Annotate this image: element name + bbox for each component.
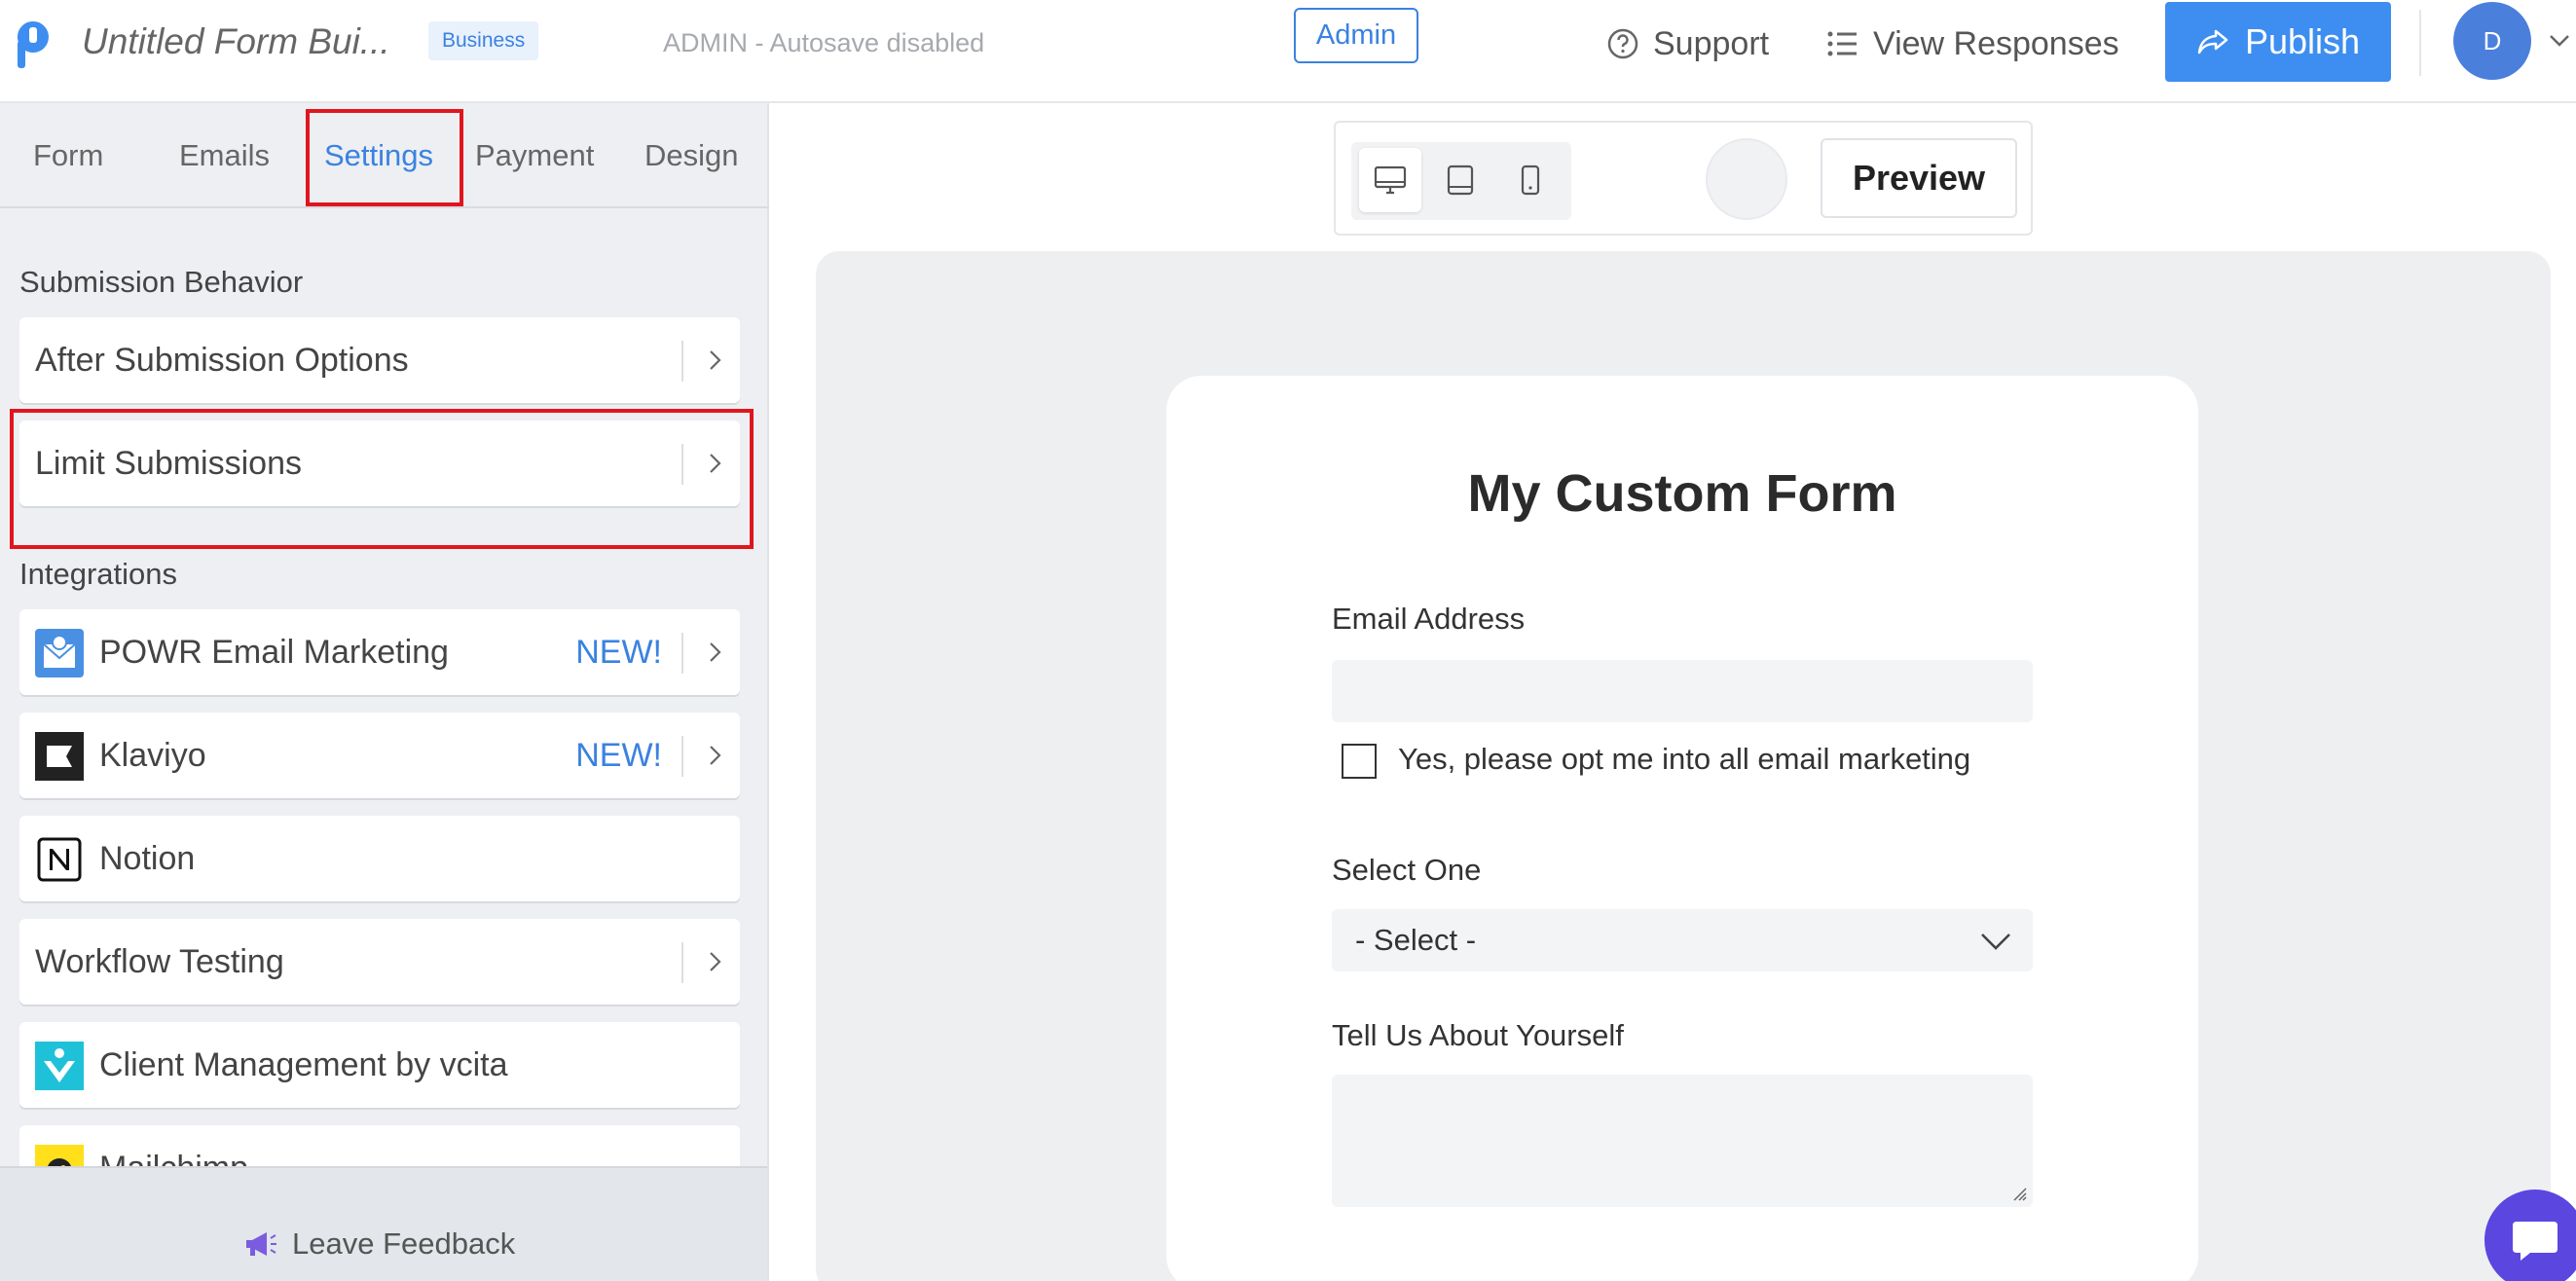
integration-notion[interactable]: Notion [19, 816, 740, 901]
tablet-icon [1447, 165, 1474, 196]
chevron-down-icon[interactable] [2545, 25, 2574, 55]
card-separator [681, 341, 683, 382]
powr-logo-icon[interactable] [14, 18, 53, 70]
chevron-right-icon [710, 642, 721, 662]
view-responses-link[interactable]: View Responses [1826, 19, 2119, 68]
after-submission-options-item[interactable]: After Submission Options [19, 317, 740, 403]
mobile-view-button[interactable] [1499, 148, 1562, 212]
integration-mailchimp[interactable]: Mailchimp [19, 1125, 740, 1166]
integration-vcita[interactable]: Client Management by vcita [19, 1022, 740, 1108]
top-header: Untitled Form Bui... Business ADMIN - Au… [0, 0, 2576, 103]
notion-icon [37, 837, 82, 882]
publish-button[interactable]: Publish [2165, 2, 2391, 82]
mailchimp-icon [35, 1145, 84, 1166]
preview-toolbar: Preview [1334, 121, 2033, 236]
email-field-label: Email Address [1332, 602, 1526, 636]
card-separator [681, 942, 683, 983]
card-label: POWR Email Marketing [99, 634, 449, 671]
chevron-right-icon [710, 746, 721, 765]
chevron-down-icon [1981, 933, 2010, 950]
select-value: - Select - [1355, 923, 1477, 957]
card-label: Client Management by vcita [99, 1046, 508, 1083]
desktop-view-button[interactable] [1359, 148, 1421, 212]
card-label: After Submission Options [35, 342, 409, 379]
email-marketing-icon [35, 629, 84, 677]
tab-payment[interactable]: Payment [475, 134, 594, 177]
card-separator [681, 633, 683, 674]
chevron-right-icon [710, 952, 721, 971]
chevron-right-icon [710, 350, 721, 370]
tablet-view-button[interactable] [1429, 148, 1491, 212]
limit-submissions-highlight [10, 409, 754, 549]
integration-powr-email-marketing[interactable]: POWR Email Marketing NEW! [19, 609, 740, 695]
list-icon [1827, 31, 1857, 56]
vcita-icon [35, 1042, 84, 1090]
new-badge: NEW! [575, 737, 662, 774]
mobile-icon [1521, 165, 1540, 196]
resize-grip-icon[interactable] [2011, 1186, 2027, 1201]
email-opt-in-checkbox[interactable] [1342, 744, 1377, 779]
question-circle-icon [1607, 28, 1638, 59]
card-label: Workflow Testing [35, 943, 284, 980]
plan-badge: Business [428, 21, 539, 60]
user-avatar[interactable]: D [2453, 2, 2531, 80]
admin-button[interactable]: Admin [1294, 8, 1418, 63]
settings-panel: Form Emails Settings Payment Design Subm… [0, 103, 769, 1281]
submission-behavior-heading: Submission Behavior [19, 265, 304, 299]
form-preview-card: My Custom Form Email Address Yes, please… [1166, 376, 2198, 1281]
card-label: Mailchimp [99, 1125, 248, 1166]
card-separator [681, 736, 683, 777]
integrations-list-clip: Mailchimp [0, 1125, 767, 1166]
support-link[interactable]: Support [1606, 19, 1769, 68]
tab-form[interactable]: Form [33, 134, 103, 177]
form-heading[interactable]: My Custom Form [1166, 463, 2198, 524]
desktop-icon [1374, 165, 1407, 195]
new-badge: NEW! [575, 634, 662, 671]
card-label: Klaviyo [99, 737, 206, 774]
preview-status-circle[interactable] [1706, 138, 1787, 220]
autosave-status: ADMIN - Autosave disabled [663, 28, 985, 57]
editor-tabs: Form Emails Settings Payment Design [0, 103, 769, 208]
tab-emails[interactable]: Emails [179, 134, 270, 177]
chat-icon [2513, 1222, 2558, 1261]
megaphone-icon [246, 1232, 276, 1256]
header-divider [2419, 10, 2421, 76]
integration-workflow-testing[interactable]: Workflow Testing [19, 919, 740, 1005]
preview-button[interactable]: Preview [1821, 138, 2017, 218]
feedback-bar: Leave Feedback [0, 1166, 767, 1281]
email-field[interactable] [1332, 660, 2033, 722]
integrations-heading: Integrations [19, 557, 177, 591]
about-textarea[interactable] [1332, 1075, 2033, 1207]
email-opt-in-label: Yes, please opt me into all email market… [1398, 742, 1971, 776]
leave-feedback-link[interactable]: Leave Feedback [243, 1226, 515, 1262]
about-field-label: Tell Us About Yourself [1332, 1018, 1624, 1052]
integration-klaviyo[interactable]: Klaviyo NEW! [19, 713, 740, 798]
leave-feedback-label: Leave Feedback [292, 1226, 516, 1261]
form-title[interactable]: Untitled Form Bui... [82, 18, 390, 66]
select-field-label: Select One [1332, 853, 1482, 887]
tab-design[interactable]: Design [644, 134, 739, 177]
device-switcher [1351, 142, 1571, 220]
view-responses-label: View Responses [1873, 24, 2119, 62]
publish-label: Publish [2244, 21, 2361, 61]
select-one-dropdown[interactable]: - Select - [1332, 909, 2033, 971]
card-label: Notion [99, 840, 196, 877]
klaviyo-icon [35, 732, 84, 781]
settings-tab-highlight [306, 109, 463, 206]
share-arrow-icon [2197, 29, 2228, 55]
support-label: Support [1653, 24, 1770, 62]
